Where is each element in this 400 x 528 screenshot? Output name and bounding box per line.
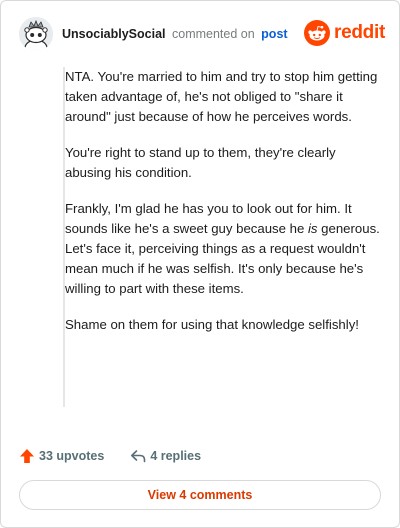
- upvote-count: 33 upvotes: [39, 449, 105, 463]
- comment-meta: UnsociablySocial commented on post: [62, 27, 288, 41]
- replies-button[interactable]: 4 replies: [130, 448, 201, 464]
- comment-header: UnsociablySocial commented on post reddi…: [19, 15, 385, 53]
- comment-text: NTA. You're married to him and try to st…: [65, 67, 383, 351]
- comment-paragraph: You're right to stand up to them, they'r…: [65, 145, 336, 180]
- username[interactable]: UnsociablySocial: [62, 27, 166, 41]
- snoo-avatar-icon: [19, 17, 53, 51]
- comment-body: NTA. You're married to him and try to st…: [63, 67, 383, 407]
- comment-actions: 33 upvotes 4 replies: [19, 445, 201, 467]
- comment-paragraph: Shame on them for using that knowledge s…: [65, 317, 359, 332]
- reddit-wordmark: reddit: [334, 22, 385, 43]
- commented-on-label: commented on: [172, 27, 255, 41]
- user-avatar[interactable]: [19, 17, 53, 51]
- post-link[interactable]: post: [261, 27, 287, 41]
- comment-emphasis: is: [307, 221, 318, 236]
- comment-card: UnsociablySocial commented on post reddi…: [0, 0, 400, 528]
- upvote-button[interactable]: 33 upvotes: [19, 448, 104, 464]
- comment-paragraph: Frankly, I'm glad he has you to look out…: [65, 199, 383, 299]
- upvote-arrow-icon: [20, 449, 34, 463]
- comment-paragraph: NTA. You're married to him and try to st…: [65, 69, 378, 124]
- replies-count: 4 replies: [150, 449, 202, 463]
- reddit-snoo-icon: [304, 20, 331, 46]
- reddit-logo[interactable]: reddit: [304, 19, 385, 47]
- view-comments-button[interactable]: View 4 comments: [19, 480, 381, 510]
- reply-arrow-icon: [131, 450, 146, 463]
